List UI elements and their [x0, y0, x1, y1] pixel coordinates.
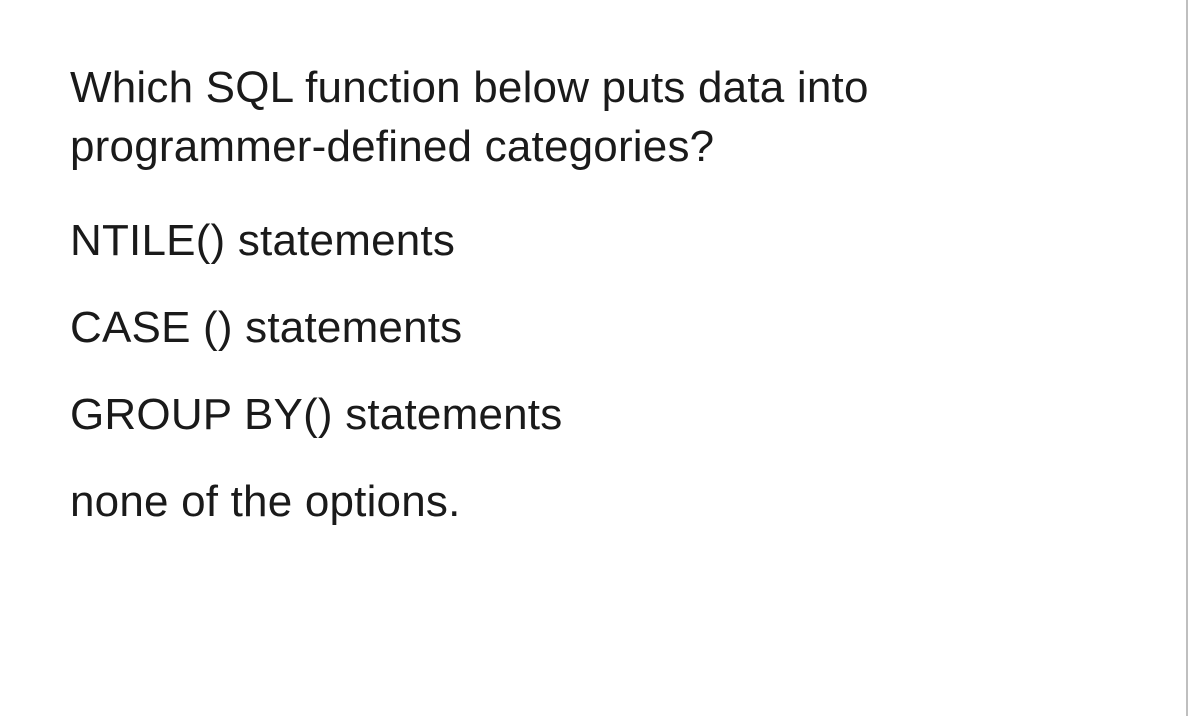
option-2[interactable]: CASE () statements — [70, 300, 1130, 355]
option-4[interactable]: none of the options. — [70, 474, 1130, 529]
option-1[interactable]: NTILE() statements — [70, 213, 1130, 268]
question-text: Which SQL function below puts data into … — [70, 58, 1130, 177]
right-border-line — [1186, 0, 1188, 716]
option-3[interactable]: GROUP BY() statements — [70, 387, 1130, 442]
